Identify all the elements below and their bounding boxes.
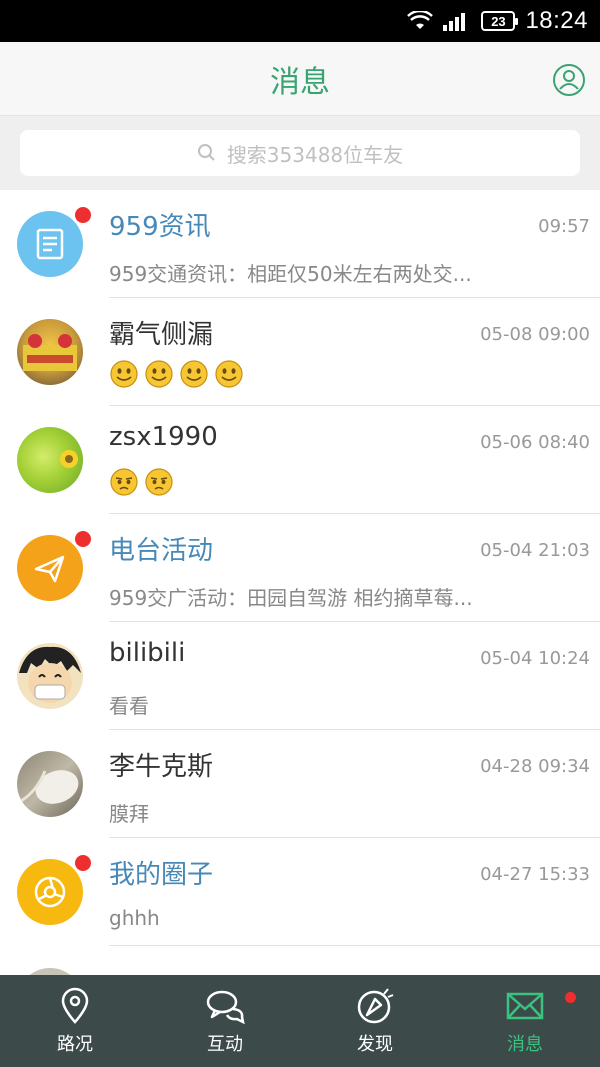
tab-messages[interactable]: 消息: [450, 975, 600, 1067]
tab-label: 路况: [57, 1034, 93, 1055]
conversation-name: 我的圈子: [109, 860, 214, 890]
search-placeholder: 搜索353488位车友: [226, 142, 404, 167]
flower-image: [60, 450, 78, 468]
conversation-name: zsx1990: [109, 422, 218, 452]
emoji-preview: [109, 467, 174, 497]
conversation-preview: 看看: [109, 694, 149, 718]
avatar: [17, 968, 83, 975]
smile-emoji-icon: [215, 360, 243, 388]
conversation-time: 05-08 09:00: [480, 324, 590, 345]
smile-emoji-icon: [180, 360, 208, 388]
conversation-item[interactable]: 959资讯 09:57 959交通资讯：相距仅50米左右两处交...: [0, 190, 600, 298]
clock: 18:24: [525, 7, 588, 34]
conversation-name: 959资讯: [109, 212, 211, 242]
photo-image: [20, 770, 79, 804]
conversation-time: 05-06 08:40: [480, 432, 590, 453]
notification-badge: [565, 992, 576, 1003]
search-area: 搜索353488位车友: [0, 116, 600, 190]
tab-discover[interactable]: 发现: [300, 975, 450, 1067]
conversation-time: 04-28 09:34: [480, 756, 590, 777]
cartoon-face-image: [19, 646, 81, 703]
search-input[interactable]: 搜索353488位车友: [20, 130, 580, 176]
battery-icon: 23: [481, 11, 519, 31]
avatar: [17, 859, 83, 925]
conversation-item[interactable]: zsx1990 05-06 08:40: [0, 406, 600, 514]
tab-traffic[interactable]: 路况: [0, 975, 150, 1067]
envelope-icon: [506, 992, 544, 1020]
search-icon: [197, 144, 215, 161]
conversation-preview: ghhh: [109, 906, 160, 930]
battery-level: 23: [491, 13, 506, 29]
conversation-list: 959资讯 09:57 959交通资讯：相距仅50米左右两处交... 霸气侧漏 …: [0, 190, 600, 946]
tab-interact[interactable]: 互动: [150, 975, 300, 1067]
smile-emoji-icon: [145, 360, 173, 388]
avatar: [17, 211, 83, 277]
tab-label: 消息: [507, 1034, 543, 1055]
news-icon: [36, 228, 64, 260]
profile-icon[interactable]: [552, 63, 586, 97]
conversation-time: 09:57: [538, 216, 590, 237]
shy-emoji-icon: [110, 468, 138, 496]
bottom-tab-bar: 路况 互动 发现 消息: [0, 975, 600, 1067]
conversation-item[interactable]: 李牛克斯 04-28 09:34 膜拜: [0, 730, 600, 838]
shy-emoji-icon: [145, 468, 173, 496]
conversation-preview: 959交通资讯：相距仅50米左右两处交...: [109, 262, 472, 286]
conversation-name: bilibili: [109, 638, 186, 668]
conversation-name: 李牛克斯: [109, 752, 214, 782]
partial-list-item: [0, 946, 600, 975]
circle-group-icon: [34, 876, 66, 908]
smile-emoji-icon: [110, 360, 138, 388]
tab-label: 互动: [207, 1034, 243, 1055]
header: 消息: [0, 42, 600, 116]
unread-badge: [75, 207, 91, 223]
conversation-item[interactable]: 电台活动 05-04 21:03 959交广活动：田园自驾游 相约摘草莓...: [0, 514, 600, 622]
conversation-item[interactable]: bilibili 05-04 10:24 看看: [0, 622, 600, 730]
conversation-name: 霸气侧漏: [109, 320, 214, 350]
avatar: [17, 427, 83, 493]
paper-plane-icon: [34, 555, 65, 583]
discover-icon: [357, 988, 394, 1024]
conversation-preview: 959交广活动：田园自驾游 相约摘草莓...: [109, 586, 473, 610]
location-pin-icon: [61, 987, 89, 1024]
status-bar: 23 18:24: [0, 0, 600, 42]
emoji-preview: [109, 359, 244, 389]
conversation-time: 05-04 10:24: [480, 648, 590, 669]
conversation-preview: 膜拜: [109, 802, 149, 826]
wifi-icon: [407, 11, 434, 29]
unread-badge: [75, 531, 91, 547]
avatar: [17, 643, 83, 709]
avatar: [17, 535, 83, 601]
chat-bubbles-icon: [206, 990, 245, 1025]
conversation-item[interactable]: 我的圈子 04-27 15:33 ghhh: [0, 838, 600, 946]
redbull-can-image: [23, 334, 77, 371]
signal-icon: [443, 13, 466, 31]
avatar: [17, 751, 83, 817]
conversation-time: 05-04 21:03: [480, 540, 590, 561]
tab-label: 发现: [357, 1034, 393, 1055]
page-title: 消息: [270, 64, 330, 100]
conversation-item[interactable]: 霸气侧漏 05-08 09:00: [0, 298, 600, 406]
unread-badge: [75, 855, 91, 871]
avatar: [17, 319, 83, 385]
conversation-time: 04-27 15:33: [480, 864, 590, 885]
conversation-name: 电台活动: [109, 536, 214, 566]
